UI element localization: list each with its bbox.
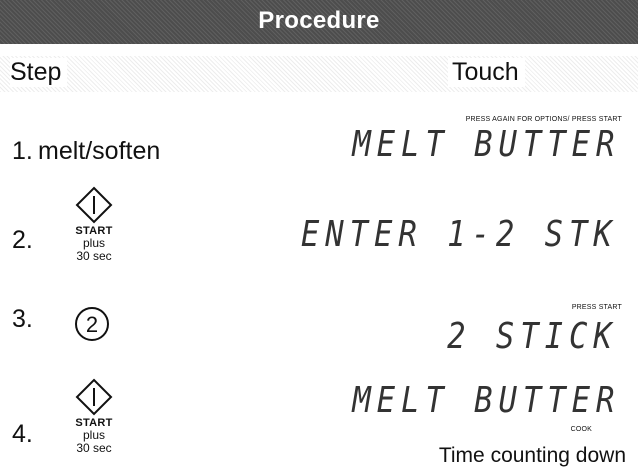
page-title: Procedure	[258, 7, 380, 34]
step-1-hint: PRESS AGAIN FOR OPTIONS/ PRESS START	[465, 116, 622, 123]
column-header-step: Step	[10, 58, 68, 87]
step-1-label: melt/soften	[38, 137, 161, 165]
step-3-display: 2 STICK	[447, 316, 618, 357]
step-2-number: 2.	[12, 226, 33, 254]
step-2-start-button[interactable]: START plus 30 sec	[64, 186, 124, 263]
power-start-icon	[75, 378, 113, 416]
step-3-hint: PRESS START	[571, 304, 622, 311]
step-1-number: 1.	[12, 137, 33, 165]
step-2-display: ENTER 1-2 STK	[301, 214, 618, 255]
power-start-icon	[75, 186, 113, 224]
plus-time-label: 30 sec	[76, 441, 112, 455]
plus-time-label: 30 sec	[76, 249, 112, 263]
step-3-number: 3.	[12, 305, 33, 333]
step-1-display: MELT BUTTER	[351, 124, 620, 165]
column-header-touch: Touch	[448, 58, 525, 87]
step-4-display: MELT BUTTER	[351, 380, 620, 421]
column-header-row	[0, 56, 638, 92]
step-4-number: 4.	[12, 420, 33, 448]
step-4-status: Time counting down	[438, 444, 626, 467]
step-4-start-button[interactable]: START plus 30 sec	[64, 378, 124, 455]
number-key-2[interactable]: 2	[75, 307, 109, 341]
header-bar: Procedure	[0, 0, 638, 44]
step-4-hint: COOK	[570, 426, 592, 433]
